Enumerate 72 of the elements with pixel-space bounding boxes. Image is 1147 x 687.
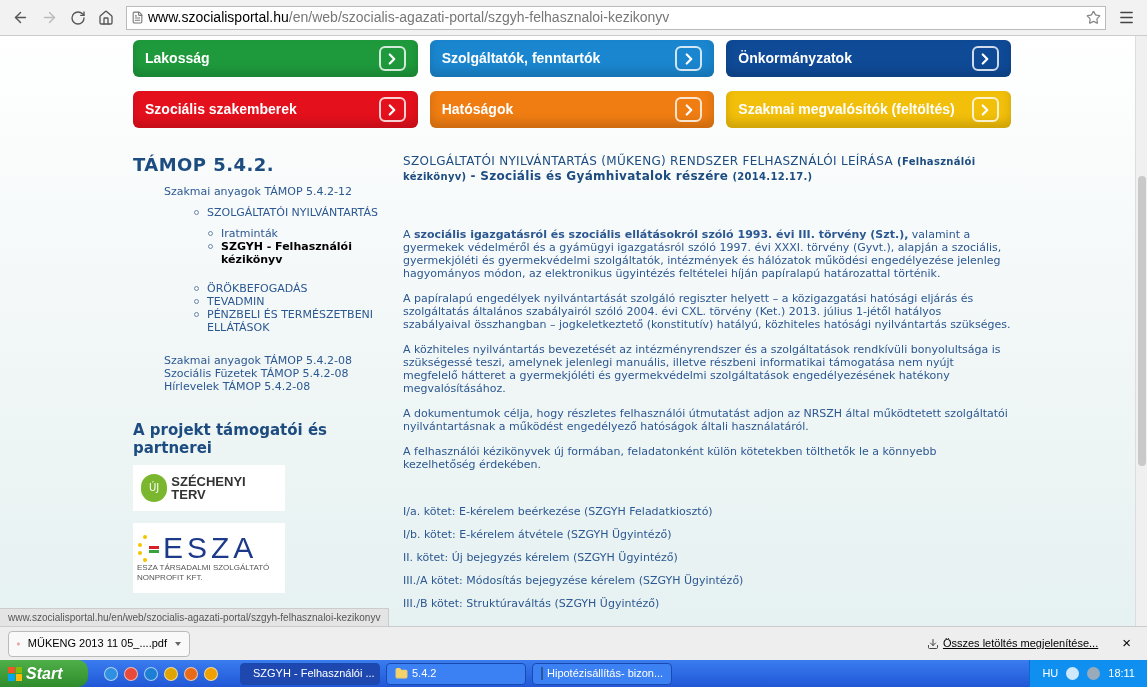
sidebar-title: TÁMOP 5.4.2. [133, 154, 275, 177]
close-button[interactable]: × [1122, 632, 1131, 655]
sidebar-link[interactable]: ÖRÖKBEFOGADÁS [207, 281, 308, 295]
category-label: Szolgáltatók, fenntartók [441, 49, 601, 68]
category-button[interactable]: Szociális szakemberek [133, 91, 418, 128]
volume-link[interactable]: III./B kötet: Struktúraváltás (SZGYH Ügyintéző) [403, 597, 1011, 610]
back-icon[interactable] [12, 9, 29, 26]
volume-link[interactable]: I/b. kötet: E-kérelem átvétele (SZGYH Ügyintéző) [403, 528, 1011, 541]
quick-launch-icon[interactable] [144, 666, 158, 681]
folder-icon [395, 667, 408, 680]
chevron-icon [972, 97, 999, 122]
quick-launch-icon[interactable] [104, 666, 118, 681]
category-label: Hatóságok [441, 100, 514, 119]
paragraph: A papíralapú engedélyek nyilvántartását szolgáló regiszter helyett – a közigazgatási hatósági eljárás és szolgáltatás általános szabályairól szóló 2004. évi CXL. törvény (Ket.) 2013. július 1-jétől hatályos szabályaival összhangban – jogkeletkeztető (konstitutív) hatályú, közhiteles hatósági nyilvántartás szükséges. [403, 292, 1011, 331]
sidebar-link[interactable]: PÉNZBELI ÉS TERMÉSZETBENI ELLÁTÁSOK [207, 307, 383, 334]
quick-launch-icon[interactable] [164, 666, 178, 681]
article-title: SZOLGÁLTATÓI NYILVÁNTARTÁS (MŰKENG) RENDSZER FELHASZNÁLÓI LEÍRÁSA (Felhasználói kézikönyv) - Szociális és Gyámhivatalok részére (2014.12.17.) [403, 154, 977, 184]
sidebar-link[interactable]: Hírlevelek TÁMOP 5.4.2-08 [164, 379, 311, 393]
logo-subtitle: ESZA TÁRSADALMI SZOLGÁLTATÓ NONPROFIT KFT. [137, 562, 271, 583]
taskbar-button[interactable]: 5.4.2 [386, 662, 526, 685]
category-button[interactable]: Szolgáltatók, fenntartók [429, 40, 715, 77]
chevron-icon [972, 46, 999, 71]
category-label: Szakmai megvalósítók (feltöltés) [738, 100, 955, 119]
volume-link[interactable]: I/a. kötet: E-kérelem beérkezése (SZGYH Feladatkiosztó) [403, 505, 1011, 518]
status-url: www.szocialisportal.hu/en/web/szocialis-agazati-portal/szgyh-felhasznaloi-kezikonyv [0, 608, 390, 626]
menu-icon[interactable] [1118, 9, 1135, 26]
category-button[interactable]: Önkormányzatok [726, 40, 1011, 77]
sidebar-link[interactable]: SZGYH - Felhasználói kézikönyv [221, 239, 383, 266]
sidebar-link[interactable]: TEVADMIN [207, 294, 265, 308]
sidebar-link[interactable]: Iratminták [221, 226, 278, 240]
bookmark-star-icon[interactable] [1086, 10, 1101, 25]
sidebar-link[interactable]: Szakmai anyagok TÁMOP 5.4.2-08 [164, 353, 353, 367]
paragraph: A dokumentumok célja, hogy részletes felhasználói útmutatást adjon az NRSZH által működtetett szolgáltatói nyilvántartásnak a működést engedélyező hatóságok általi használatáról. [403, 407, 1009, 433]
show-all-downloads-link[interactable]: Összes letöltés megjelenítése... [942, 635, 1099, 652]
pin-badge: ÚJ [141, 473, 168, 502]
sidebar-link[interactable]: Szociális Füzetek TÁMOP 5.4.2-08 [164, 366, 349, 380]
windows-logo-icon [8, 666, 22, 681]
paragraph: A közhiteles nyilvántartás bevezetését az intézményrendszer és a szolgáltatások rendkívüli bonyolultsága is szükségessé teszi, amelynek jelenlegi manuális, illetve részbeni informatikai támogatása nem nyújt megfelelő hátteret a gyermekjóléti és gyermekvédelmi szolgáltatások engedélyezésének hatékony megvalósításához. [403, 343, 1002, 395]
quick-launch-icon[interactable] [124, 666, 138, 681]
home-icon[interactable] [98, 9, 114, 26]
category-label: Lakosság [145, 49, 210, 68]
partner-logo[interactable]: ESZA ESZA TÁRSADALMI SZOLGÁLTATÓ NONPROFIT KFT. [133, 522, 285, 593]
download-icon [926, 637, 939, 650]
sidebar-link[interactable]: Szakmai anyagok TÁMOP 5.4.2-12 [164, 184, 353, 198]
taskbar-button[interactable]: Hipotézisállítás- bizon... [532, 662, 672, 685]
clock: 18:11 [1108, 666, 1135, 682]
category-label: Szociális szakemberek [145, 100, 297, 119]
address-bar[interactable]: www.szocialisportal.hu/en/web/szocialis-agazati-portal/szgyh-felhasznaloi-kezikonyv [126, 5, 1106, 30]
logo-text: ESZA [163, 532, 258, 563]
logo-text: SZÉCHENYI TERV [171, 474, 247, 501]
reload-icon[interactable] [70, 9, 86, 26]
download-item[interactable]: MŰKENG 2013 11 05_....pdf [8, 630, 190, 657]
page-icon [131, 11, 144, 24]
caret-icon[interactable] [175, 641, 181, 646]
chevron-icon [675, 46, 703, 71]
volume-link[interactable]: III./A kötet: Módosítás bejegyzése kérelem (SZGYH Ügyintéző) [403, 574, 1011, 587]
partners-title: A projekt támogatói és partnerei [133, 420, 328, 457]
category-button[interactable]: Lakosság [133, 40, 418, 77]
paragraph: A szociális igazgatásról és szociális ellátásokról szóló 1993. évi III. törvény (Szt.), valamint a gyermekek védelméről és a gyámügyi igazgatásról szóló 1997. évi XXXI. törvény (Gyvt.), alapján a szociális, gyermekjóléti és gyermekvédelmi szolgáltatók, intézmények és hálózatok működési engedélyezése jelenleg hagyományos módon, az elektronikus ügyintézés feltételei híján papíralapú határozattal történik. [403, 228, 1003, 280]
category-label: Önkormányzatok [738, 49, 852, 68]
chevron-icon [378, 46, 406, 71]
taskbar-button[interactable]: SZGYH - Felhasználói ... [240, 662, 380, 685]
chevron-icon [378, 97, 406, 122]
paragraph: A felhasználói kézikönyvek új formában, feladatonként külön kötetekben tölthetők le a könnyebb kezelhetőség érdekében. [403, 445, 938, 471]
volume-link[interactable]: II. kötet: Új bejegyzés kérelem (SZGYH Ügyintéző) [403, 551, 1011, 564]
quick-launch-icon[interactable] [204, 666, 218, 681]
url-text: www.szocialisportal.hu/en/web/szocialis-agazati-portal/szgyh-felhasznaloi-kezikonyv [148, 8, 671, 27]
tray-icon[interactable] [1066, 667, 1080, 680]
chevron-icon [675, 97, 703, 122]
stars-icon [137, 532, 159, 563]
sidebar-link[interactable]: SZOLGÁLTATÓI NYILVÁNTARTÁS [207, 205, 378, 219]
quick-launch-icon[interactable] [184, 666, 198, 681]
